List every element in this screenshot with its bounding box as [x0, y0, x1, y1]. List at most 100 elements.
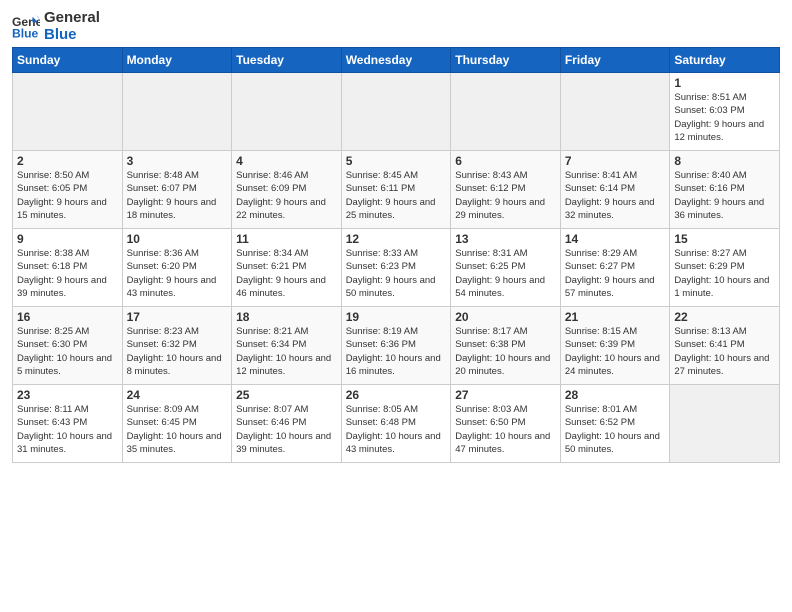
- day-cell: [451, 73, 561, 151]
- col-header-friday: Friday: [560, 48, 670, 73]
- day-info: Sunrise: 8:41 AM Sunset: 6:14 PM Dayligh…: [565, 169, 666, 222]
- day-info: Sunrise: 8:34 AM Sunset: 6:21 PM Dayligh…: [236, 247, 337, 300]
- day-info: Sunrise: 8:43 AM Sunset: 6:12 PM Dayligh…: [455, 169, 556, 222]
- week-row-3: 16Sunrise: 8:25 AM Sunset: 6:30 PM Dayli…: [13, 307, 780, 385]
- day-number: 20: [455, 310, 556, 324]
- day-number: 13: [455, 232, 556, 246]
- day-info: Sunrise: 8:23 AM Sunset: 6:32 PM Dayligh…: [127, 325, 228, 378]
- day-cell: 23Sunrise: 8:11 AM Sunset: 6:43 PM Dayli…: [13, 385, 123, 463]
- day-cell: 14Sunrise: 8:29 AM Sunset: 6:27 PM Dayli…: [560, 229, 670, 307]
- day-number: 2: [17, 154, 118, 168]
- day-cell: [670, 385, 780, 463]
- calendar-table: SundayMondayTuesdayWednesdayThursdayFrid…: [12, 47, 780, 463]
- day-number: 10: [127, 232, 228, 246]
- day-info: Sunrise: 8:03 AM Sunset: 6:50 PM Dayligh…: [455, 403, 556, 456]
- day-cell: 8Sunrise: 8:40 AM Sunset: 6:16 PM Daylig…: [670, 151, 780, 229]
- day-number: 5: [346, 154, 447, 168]
- week-row-4: 23Sunrise: 8:11 AM Sunset: 6:43 PM Dayli…: [13, 385, 780, 463]
- day-cell: [13, 73, 123, 151]
- logo-general: General: [44, 10, 100, 27]
- day-info: Sunrise: 8:31 AM Sunset: 6:25 PM Dayligh…: [455, 247, 556, 300]
- header-row-days: SundayMondayTuesdayWednesdayThursdayFrid…: [13, 48, 780, 73]
- day-info: Sunrise: 8:15 AM Sunset: 6:39 PM Dayligh…: [565, 325, 666, 378]
- week-row-0: 1Sunrise: 8:51 AM Sunset: 6:03 PM Daylig…: [13, 73, 780, 151]
- day-cell: 15Sunrise: 8:27 AM Sunset: 6:29 PM Dayli…: [670, 229, 780, 307]
- day-number: 7: [565, 154, 666, 168]
- col-header-thursday: Thursday: [451, 48, 561, 73]
- day-number: 17: [127, 310, 228, 324]
- day-cell: 10Sunrise: 8:36 AM Sunset: 6:20 PM Dayli…: [122, 229, 232, 307]
- day-number: 14: [565, 232, 666, 246]
- day-number: 9: [17, 232, 118, 246]
- day-cell: 27Sunrise: 8:03 AM Sunset: 6:50 PM Dayli…: [451, 385, 561, 463]
- day-info: Sunrise: 8:21 AM Sunset: 6:34 PM Dayligh…: [236, 325, 337, 378]
- day-info: Sunrise: 8:50 AM Sunset: 6:05 PM Dayligh…: [17, 169, 118, 222]
- day-number: 8: [674, 154, 775, 168]
- day-info: Sunrise: 8:05 AM Sunset: 6:48 PM Dayligh…: [346, 403, 447, 456]
- day-number: 6: [455, 154, 556, 168]
- day-number: 25: [236, 388, 337, 402]
- day-info: Sunrise: 8:38 AM Sunset: 6:18 PM Dayligh…: [17, 247, 118, 300]
- day-number: 1: [674, 76, 775, 90]
- day-number: 24: [127, 388, 228, 402]
- day-info: Sunrise: 8:11 AM Sunset: 6:43 PM Dayligh…: [17, 403, 118, 456]
- day-cell: 2Sunrise: 8:50 AM Sunset: 6:05 PM Daylig…: [13, 151, 123, 229]
- day-info: Sunrise: 8:09 AM Sunset: 6:45 PM Dayligh…: [127, 403, 228, 456]
- day-cell: 11Sunrise: 8:34 AM Sunset: 6:21 PM Dayli…: [232, 229, 342, 307]
- day-cell: 24Sunrise: 8:09 AM Sunset: 6:45 PM Dayli…: [122, 385, 232, 463]
- day-number: 12: [346, 232, 447, 246]
- day-cell: 20Sunrise: 8:17 AM Sunset: 6:38 PM Dayli…: [451, 307, 561, 385]
- col-header-sunday: Sunday: [13, 48, 123, 73]
- day-cell: 19Sunrise: 8:19 AM Sunset: 6:36 PM Dayli…: [341, 307, 451, 385]
- day-number: 18: [236, 310, 337, 324]
- week-row-2: 9Sunrise: 8:38 AM Sunset: 6:18 PM Daylig…: [13, 229, 780, 307]
- day-cell: 9Sunrise: 8:38 AM Sunset: 6:18 PM Daylig…: [13, 229, 123, 307]
- day-cell: 18Sunrise: 8:21 AM Sunset: 6:34 PM Dayli…: [232, 307, 342, 385]
- day-cell: [232, 73, 342, 151]
- day-cell: 5Sunrise: 8:45 AM Sunset: 6:11 PM Daylig…: [341, 151, 451, 229]
- day-number: 11: [236, 232, 337, 246]
- day-cell: 6Sunrise: 8:43 AM Sunset: 6:12 PM Daylig…: [451, 151, 561, 229]
- day-cell: [560, 73, 670, 151]
- day-info: Sunrise: 8:25 AM Sunset: 6:30 PM Dayligh…: [17, 325, 118, 378]
- day-cell: 28Sunrise: 8:01 AM Sunset: 6:52 PM Dayli…: [560, 385, 670, 463]
- week-row-1: 2Sunrise: 8:50 AM Sunset: 6:05 PM Daylig…: [13, 151, 780, 229]
- col-header-monday: Monday: [122, 48, 232, 73]
- day-cell: [122, 73, 232, 151]
- logo: General Blue General Blue: [12, 10, 100, 43]
- day-cell: 16Sunrise: 8:25 AM Sunset: 6:30 PM Dayli…: [13, 307, 123, 385]
- day-info: Sunrise: 8:07 AM Sunset: 6:46 PM Dayligh…: [236, 403, 337, 456]
- day-cell: [341, 73, 451, 151]
- day-number: 19: [346, 310, 447, 324]
- day-info: Sunrise: 8:27 AM Sunset: 6:29 PM Dayligh…: [674, 247, 775, 300]
- day-cell: 4Sunrise: 8:46 AM Sunset: 6:09 PM Daylig…: [232, 151, 342, 229]
- day-number: 28: [565, 388, 666, 402]
- day-cell: 17Sunrise: 8:23 AM Sunset: 6:32 PM Dayli…: [122, 307, 232, 385]
- day-info: Sunrise: 8:36 AM Sunset: 6:20 PM Dayligh…: [127, 247, 228, 300]
- day-number: 22: [674, 310, 775, 324]
- col-header-tuesday: Tuesday: [232, 48, 342, 73]
- day-cell: 1Sunrise: 8:51 AM Sunset: 6:03 PM Daylig…: [670, 73, 780, 151]
- day-number: 23: [17, 388, 118, 402]
- day-info: Sunrise: 8:33 AM Sunset: 6:23 PM Dayligh…: [346, 247, 447, 300]
- day-cell: 22Sunrise: 8:13 AM Sunset: 6:41 PM Dayli…: [670, 307, 780, 385]
- day-cell: 7Sunrise: 8:41 AM Sunset: 6:14 PM Daylig…: [560, 151, 670, 229]
- day-number: 4: [236, 154, 337, 168]
- day-info: Sunrise: 8:29 AM Sunset: 6:27 PM Dayligh…: [565, 247, 666, 300]
- day-number: 21: [565, 310, 666, 324]
- day-info: Sunrise: 8:19 AM Sunset: 6:36 PM Dayligh…: [346, 325, 447, 378]
- day-number: 3: [127, 154, 228, 168]
- day-info: Sunrise: 8:01 AM Sunset: 6:52 PM Dayligh…: [565, 403, 666, 456]
- day-cell: 3Sunrise: 8:48 AM Sunset: 6:07 PM Daylig…: [122, 151, 232, 229]
- day-cell: 25Sunrise: 8:07 AM Sunset: 6:46 PM Dayli…: [232, 385, 342, 463]
- col-header-wednesday: Wednesday: [341, 48, 451, 73]
- col-header-saturday: Saturday: [670, 48, 780, 73]
- day-info: Sunrise: 8:40 AM Sunset: 6:16 PM Dayligh…: [674, 169, 775, 222]
- logo-icon: General Blue: [12, 13, 40, 41]
- day-cell: 26Sunrise: 8:05 AM Sunset: 6:48 PM Dayli…: [341, 385, 451, 463]
- day-info: Sunrise: 8:17 AM Sunset: 6:38 PM Dayligh…: [455, 325, 556, 378]
- day-number: 16: [17, 310, 118, 324]
- day-number: 27: [455, 388, 556, 402]
- day-info: Sunrise: 8:48 AM Sunset: 6:07 PM Dayligh…: [127, 169, 228, 222]
- day-cell: 12Sunrise: 8:33 AM Sunset: 6:23 PM Dayli…: [341, 229, 451, 307]
